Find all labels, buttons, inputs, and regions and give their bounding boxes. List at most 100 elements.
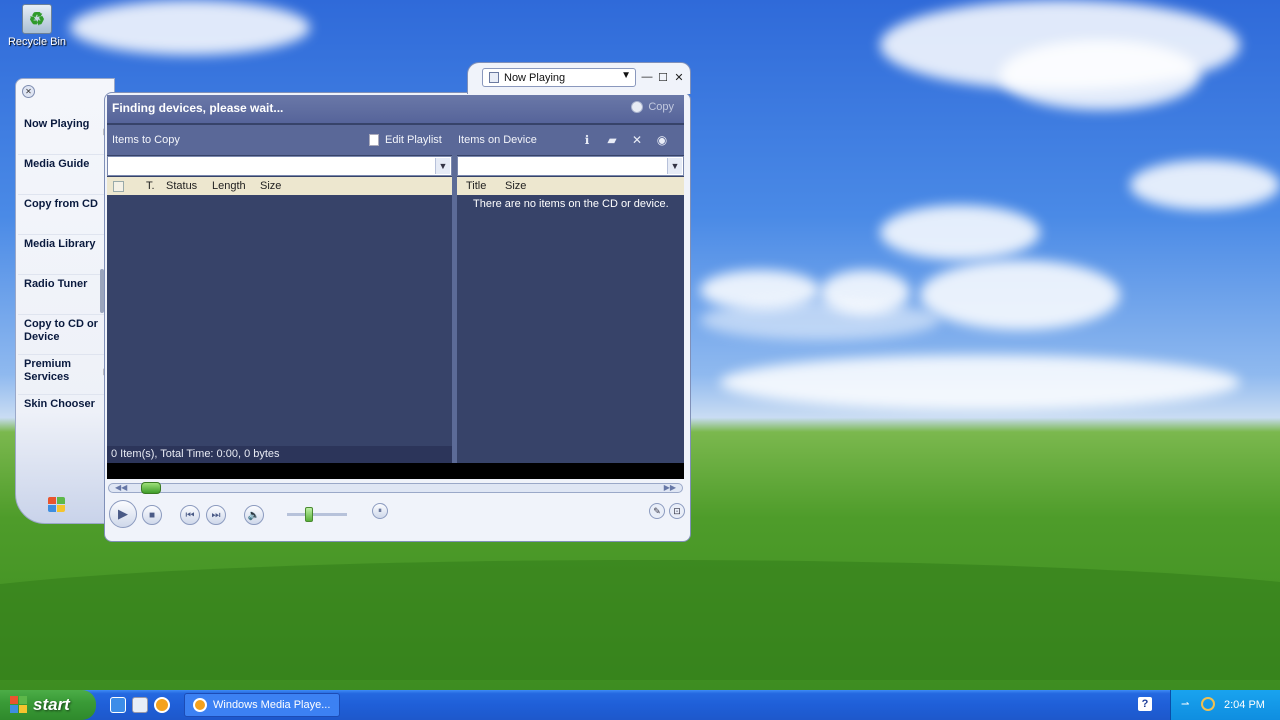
seek-knob[interactable]	[141, 482, 161, 494]
copy-button-label: Copy	[648, 101, 674, 113]
desktop-icon[interactable]	[132, 697, 148, 713]
column-header-t[interactable]: T.	[146, 180, 155, 192]
delete-icon[interactable]: ✕	[629, 132, 645, 148]
device-dropdown[interactable]: ▼	[457, 156, 684, 176]
column-header-size[interactable]: Size	[505, 180, 526, 192]
taskpane-item-label: Premium Services	[24, 358, 72, 383]
previous-button[interactable]: ⏮	[180, 505, 200, 525]
volume-slider[interactable]	[287, 507, 347, 522]
windows-logo-icon	[48, 497, 66, 513]
playlist-icon	[369, 134, 379, 146]
minimize-button[interactable]: —	[641, 71, 653, 83]
cloud	[720, 355, 1240, 410]
taskpane-item-label: Copy to CD or Device	[24, 318, 98, 343]
content-area: Finding devices, please wait... Copy Ite…	[107, 95, 684, 465]
items-on-device-label: Items on Device	[458, 134, 537, 146]
search-icon[interactable]	[1201, 697, 1215, 711]
status-text: Finding devices, please wait...	[112, 101, 284, 115]
taskpane-item-label: Media Guide	[24, 158, 90, 170]
mute-button[interactable]: 🔈	[244, 505, 264, 525]
next-button[interactable]: ⏭	[206, 505, 226, 525]
column-header-title[interactable]: Title	[466, 180, 486, 192]
hill-shadow	[0, 560, 1280, 680]
rewind-icon: ◀◀	[115, 483, 128, 492]
taskpane-item-label: Media Library	[24, 238, 96, 250]
taskpane-item-label: Radio Tuner	[24, 278, 88, 290]
start-button[interactable]: start	[0, 690, 96, 720]
skin-mode-icon[interactable]: ⊡	[669, 503, 685, 519]
taskpane-item-label: Now Playing	[24, 118, 90, 130]
empty-device-message: There are no items on the CD or device.	[473, 198, 669, 210]
copy-icon	[631, 101, 644, 113]
column-header-status[interactable]: Status	[166, 180, 197, 192]
taskpane-item-media-guide[interactable]: Media Guide	[18, 155, 104, 195]
copy-button[interactable]: Copy	[631, 101, 674, 113]
task-button-media-player[interactable]: Windows Media Playe...	[184, 693, 340, 717]
cloud	[1130, 160, 1280, 210]
chevron-down-icon: ▼	[435, 158, 450, 174]
taskpane-item-now-playing[interactable]: Now Playing ▶	[18, 115, 110, 155]
volume-knob[interactable]	[305, 507, 313, 522]
cloud	[920, 260, 1120, 330]
left-column-header: T. Status Length Size	[107, 177, 452, 195]
items-to-copy-label: Items to Copy	[112, 134, 180, 146]
stop-button[interactable]: ■	[142, 505, 162, 525]
media-player-icon	[193, 698, 207, 712]
status-bar: Finding devices, please wait... Copy	[107, 95, 684, 123]
info-icon[interactable]: ℹ	[579, 132, 595, 148]
select-all-checkbox[interactable]	[113, 181, 124, 192]
device-toolbar: ℹ ▰ ✕ ◉	[579, 132, 670, 148]
recycle-bin-icon: ♻	[22, 4, 52, 34]
taskpane-item-copy-to-cd[interactable]: Copy to CD or Device	[18, 315, 104, 355]
equalizer-icon[interactable]: ✎	[649, 503, 665, 519]
section-header-bar: Items to Copy Edit Playlist Items on Dev…	[107, 125, 684, 155]
help-icon[interactable]: ?	[1138, 697, 1152, 711]
now-playing-selector[interactable]: Now Playing ▼	[482, 68, 636, 87]
edit-playlist-label: Edit Playlist	[385, 134, 442, 146]
playlist-dropdown[interactable]: ▼	[107, 156, 452, 176]
mini-buttons: ✎ ⊡	[649, 503, 685, 519]
internet-explorer-icon[interactable]	[110, 697, 126, 713]
taskpane-toggle-icon[interactable]: ✕	[22, 85, 35, 98]
media-player-window: ✕ Now Playing ▶ Media Guide Copy from CD…	[15, 62, 691, 542]
taskpane-item-label: Copy from CD	[24, 198, 98, 210]
task-pane: ✕ Now Playing ▶ Media Guide Copy from CD…	[15, 78, 115, 524]
taskbar: start Windows Media Playe... ? ⇀ 2:04 PM	[0, 690, 1280, 720]
pause-icon[interactable]: ⏸	[372, 503, 388, 519]
taskpane-item-copy-from-cd[interactable]: Copy from CD	[18, 195, 104, 235]
clock[interactable]: 2:04 PM	[1224, 699, 1265, 711]
network-icon[interactable]: ⇀	[1181, 699, 1189, 710]
cloud	[700, 300, 940, 340]
column-header-length[interactable]: Length	[212, 180, 246, 192]
media-player-quicklaunch-icon[interactable]	[154, 697, 170, 713]
system-tray: ⇀ 2:04 PM	[1170, 690, 1280, 720]
info-bar	[107, 463, 684, 479]
chevron-down-icon: ▼	[621, 70, 631, 81]
taskpane-item-label: Skin Chooser	[24, 398, 95, 410]
task-button-label: Windows Media Playe...	[213, 699, 331, 711]
recycle-bin[interactable]: ♻ Recycle Bin	[6, 2, 68, 48]
taskpane-item-premium-services[interactable]: Premium Services ▶	[18, 355, 110, 395]
page-icon	[489, 72, 499, 83]
taskpane-item-skin-chooser[interactable]: Skin Chooser	[18, 395, 104, 435]
start-label: start	[33, 695, 70, 714]
cloud	[1000, 40, 1200, 110]
disc-icon[interactable]: ◉	[654, 132, 670, 148]
play-button[interactable]: ▶	[109, 500, 137, 528]
folder-icon[interactable]: ▰	[604, 132, 620, 148]
fast-forward-icon: ▶▶	[663, 483, 676, 492]
seek-bar[interactable]: ◀◀ ▶▶	[108, 482, 683, 494]
taskpane-item-radio-tuner[interactable]: Radio Tuner	[18, 275, 104, 315]
column-header-size[interactable]: Size	[260, 180, 281, 192]
pane-divider[interactable]	[452, 155, 457, 465]
cloud	[880, 205, 1040, 260]
windows-flag-icon	[10, 696, 28, 714]
cloud	[70, 0, 310, 55]
edit-playlist-button[interactable]: Edit Playlist	[369, 134, 442, 146]
taskpane-menu: Now Playing ▶ Media Guide Copy from CD M…	[18, 115, 110, 435]
taskpane-item-media-library[interactable]: Media Library	[18, 235, 104, 275]
recycle-bin-label: Recycle Bin	[7, 36, 67, 48]
maximize-button[interactable]: ☐	[657, 71, 669, 84]
chevron-down-icon: ▼	[667, 158, 682, 174]
close-button[interactable]: ✕	[673, 71, 685, 84]
